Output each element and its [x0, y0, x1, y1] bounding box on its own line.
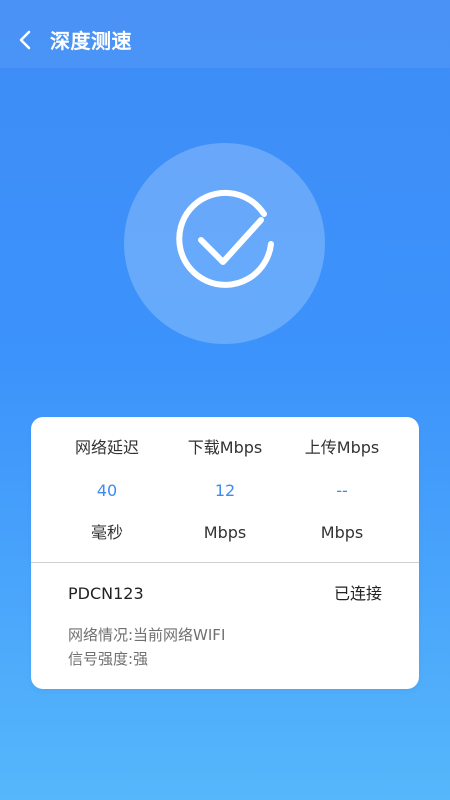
- network-condition: 网络情况:当前网络WIFI: [68, 626, 226, 644]
- speed-result-card: 网络延迟 40 毫秒 下载Mbps 12 Mbps 上传Mbps -- Mbps…: [31, 417, 419, 689]
- connection-status: 已连接: [333, 584, 382, 603]
- app-header: 深度测速: [0, 0, 450, 68]
- upload-label: 上传Mbps: [304, 438, 380, 457]
- upload-unit: Mbps: [320, 523, 364, 542]
- speed-stats: 网络延迟 40 毫秒 下载Mbps 12 Mbps 上传Mbps -- Mbps: [31, 417, 419, 563]
- latency-label: 网络延迟: [74, 438, 139, 457]
- latency-value: 40: [96, 481, 118, 500]
- upload-value: --: [336, 481, 348, 500]
- signal-strength: 信号强度:强: [68, 650, 149, 668]
- download-value: 12: [214, 481, 236, 500]
- page-title: 深度测速: [50, 29, 132, 53]
- card-divider: [31, 562, 419, 563]
- test-status-badge: [124, 143, 325, 344]
- download-label: 下载Mbps: [187, 438, 263, 457]
- latency-unit: 毫秒: [90, 523, 123, 542]
- check-circle-icon: [175, 189, 274, 288]
- download-unit: Mbps: [203, 523, 247, 542]
- chevron-left-icon: [19, 30, 31, 50]
- network-ssid: PDCN123: [68, 584, 144, 603]
- back-button[interactable]: [10, 24, 42, 56]
